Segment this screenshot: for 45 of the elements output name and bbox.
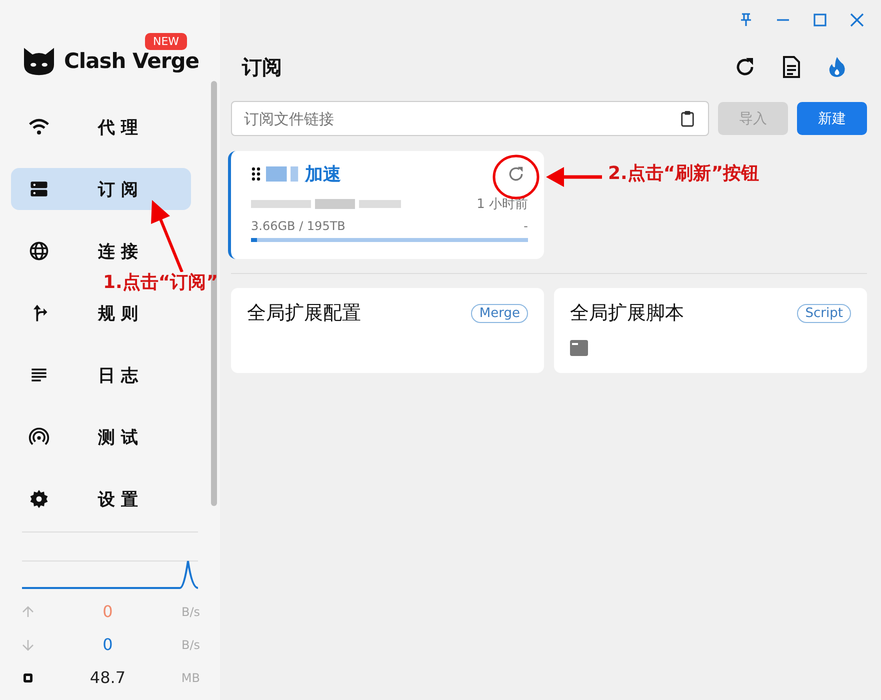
- memory-unit: MB: [181, 670, 200, 684]
- sidebar-item[interactable]: 规 则: [11, 292, 191, 334]
- new-button[interactable]: 新建: [797, 102, 867, 135]
- signal-icon: [28, 426, 50, 448]
- pin-icon[interactable]: [739, 13, 753, 27]
- annotation-arrow: [546, 166, 602, 188]
- sidebar-item[interactable]: 测 试: [11, 416, 191, 458]
- down-arrow-icon: [22, 638, 34, 650]
- page-title: 订阅: [242, 54, 282, 80]
- memory-usage: 48.7: [88, 668, 127, 687]
- sidebar-item[interactable]: 日 志: [11, 354, 191, 396]
- extension-tag: Script: [797, 304, 851, 322]
- annotation-text: 2.点击“刷新”按钮: [608, 164, 760, 184]
- updated-time: 1 小时前: [476, 196, 528, 213]
- close-icon[interactable]: [850, 13, 864, 27]
- up-arrow-icon: [22, 606, 34, 618]
- blurred-name: [266, 164, 300, 184]
- sidebar-item[interactable]: 连 接: [11, 230, 191, 272]
- extension-card[interactable]: 全局扩展脚本 Script: [554, 288, 867, 373]
- extension-tag: Merge: [471, 304, 528, 322]
- app-name: Clash Verge: [64, 49, 200, 73]
- chip-icon: [22, 672, 34, 684]
- expire-date: -: [524, 219, 528, 233]
- maximize-icon[interactable]: [813, 13, 827, 27]
- extension-card[interactable]: 全局扩展配置 Merge: [231, 288, 544, 373]
- new-badge: NEW: [145, 33, 188, 50]
- speed-unit: B/s: [181, 638, 200, 652]
- download-speed: 0: [102, 635, 114, 654]
- profile-name: 加速: [305, 163, 342, 186]
- sidebar-item[interactable]: 代 理: [11, 106, 191, 148]
- extension-title: 全局扩展配置: [247, 301, 361, 326]
- gear-icon: [28, 488, 50, 510]
- cat-logo-icon: [22, 46, 56, 76]
- profile-card[interactable]: 加速 1 小时前 3.66GB / 195TB -: [228, 151, 544, 259]
- globe-icon: [28, 240, 50, 262]
- url-input-field[interactable]: 订阅文件链接: [231, 101, 709, 136]
- extension-title: 全局扩展脚本: [570, 301, 684, 326]
- clipboard-icon[interactable]: [680, 110, 695, 127]
- traffic-usage: 3.66GB / 195TB: [251, 219, 346, 233]
- sidebar-item[interactable]: 订 阅: [11, 168, 191, 210]
- drag-handle-icon[interactable]: [251, 167, 261, 181]
- annotation-text: 1.点击“订阅”: [103, 273, 218, 293]
- speed-unit: B/s: [181, 604, 200, 618]
- sidebar-item[interactable]: 设 置: [11, 478, 191, 520]
- upload-speed: 0: [102, 602, 114, 621]
